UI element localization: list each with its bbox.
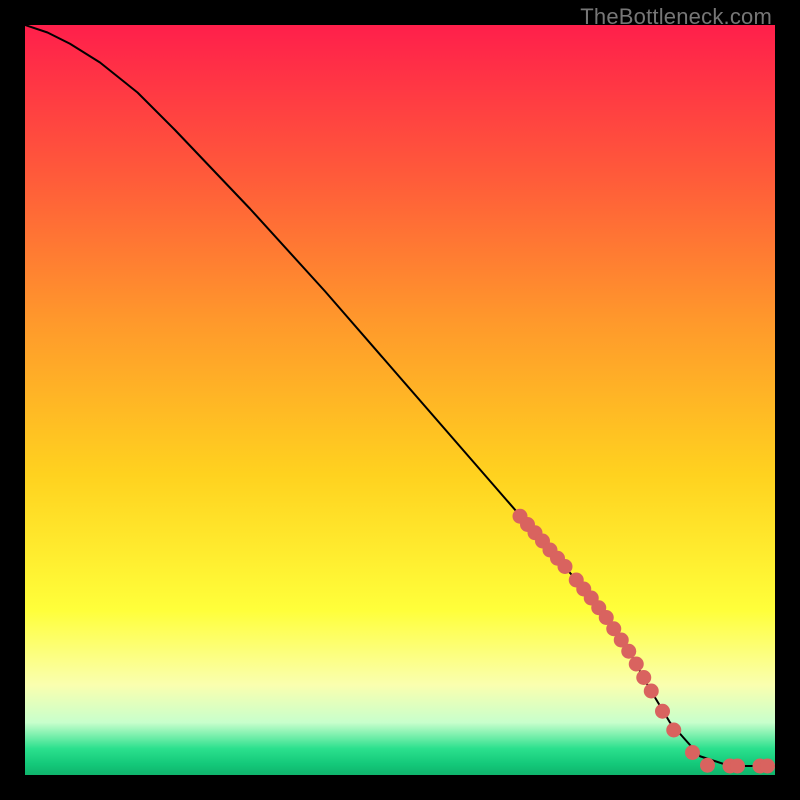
scatter-dot	[636, 670, 651, 685]
scatter-dot	[760, 759, 775, 774]
chart-stage: TheBottleneck.com	[0, 0, 800, 800]
scatter-dot	[558, 559, 573, 574]
scatter-dot	[629, 657, 644, 672]
scatter-dot	[644, 684, 659, 699]
plot-area	[25, 25, 775, 775]
gradient-background	[25, 25, 775, 775]
scatter-dot	[730, 759, 745, 774]
scatter-dot	[666, 723, 681, 738]
chart-svg	[25, 25, 775, 775]
scatter-dot	[621, 644, 636, 659]
scatter-dot	[700, 758, 715, 773]
scatter-dot	[655, 704, 670, 719]
watermark-text: TheBottleneck.com	[580, 4, 772, 30]
scatter-dot	[685, 745, 700, 760]
